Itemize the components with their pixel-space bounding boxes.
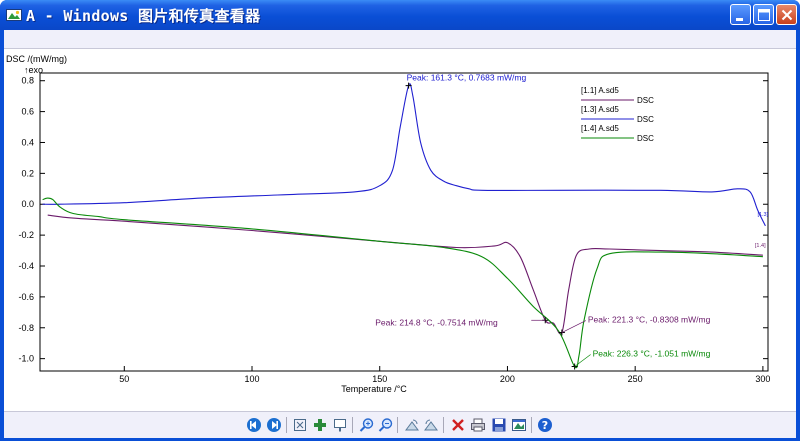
series-end-tag: [1.3] — [757, 212, 768, 218]
print-button[interactable] — [470, 417, 486, 433]
toolbar-separator — [443, 417, 444, 433]
save-copy-icon — [492, 418, 506, 432]
x-axis-title: Temperature /°C — [341, 384, 407, 394]
delete-icon — [452, 419, 464, 431]
zoom-in-icon — [359, 418, 374, 432]
print-icon — [471, 418, 485, 432]
legend-entry-signal: DSC — [637, 134, 654, 143]
x-tick-label: 150 — [372, 374, 387, 384]
slideshow-button[interactable] — [332, 417, 348, 433]
y-tick-label: 0.2 — [21, 168, 34, 178]
best-fit-icon — [294, 419, 306, 431]
legend-entry-signal: DSC — [637, 115, 654, 124]
y-tick-label: -0.4 — [18, 261, 34, 271]
zoom-out-button[interactable] — [378, 417, 394, 433]
zoom-out-icon — [378, 418, 393, 432]
actual-size-button[interactable] — [312, 417, 328, 433]
previous-image-icon — [247, 418, 261, 432]
peak-annotation: Peak: 161.3 °C, 0.7683 mW/mg — [407, 73, 527, 83]
delete-button[interactable] — [450, 417, 466, 433]
viewer-toolbar: ? — [4, 412, 796, 438]
toolbar-separator — [397, 417, 398, 433]
y-tick-label: -1.0 — [18, 354, 34, 364]
y-tick-label: -0.6 — [18, 292, 34, 302]
peak-leader-line — [574, 354, 591, 367]
help-button[interactable]: ? — [537, 417, 553, 433]
next-image-icon — [267, 418, 281, 432]
x-tick-label: 100 — [244, 374, 259, 384]
close-icon — [781, 9, 793, 21]
actual-size-icon — [314, 419, 326, 431]
title-bar[interactable]: A - Windows 图片和传真查看器 — [0, 0, 800, 30]
peak-annotation: Peak: 221.3 °C, -0.8308 mW/mg — [588, 315, 711, 325]
next-image-button[interactable] — [266, 417, 282, 433]
slideshow-icon — [334, 419, 346, 432]
y-tick-label: 0.8 — [21, 76, 34, 86]
open-for-editing-icon — [512, 419, 526, 431]
minimize-icon — [736, 18, 743, 21]
toolbar-separator — [531, 417, 532, 433]
y-tick-label: -0.2 — [18, 230, 34, 240]
window-title: A - Windows 图片和传真查看器 — [26, 7, 261, 25]
legend-entry-name: [1.1] A.sd5 — [581, 86, 619, 95]
x-tick-label: 50 — [119, 374, 129, 384]
previous-image-button[interactable] — [246, 417, 262, 433]
y-axis-title: DSC /(mW/mg) — [6, 54, 67, 64]
close-button[interactable] — [776, 4, 797, 25]
y-tick-label: 0.0 — [21, 199, 34, 209]
x-tick-label: 300 — [755, 374, 770, 384]
best-fit-button[interactable] — [292, 417, 308, 433]
series-end-tag: [1.4] — [755, 243, 766, 249]
maximize-button[interactable] — [753, 4, 774, 25]
dsc-chart-image[interactable]: 0.8 0.6 0.4 0.2 0.0 -0.2 -0.4 -0.6 -0.8 -1.0 50 100… — [4, 48, 796, 412]
minimize-button[interactable] — [730, 4, 751, 25]
y-tick-label: -0.8 — [18, 323, 34, 333]
peak-annotation: Peak: 226.3 °C, -1.051 mW/mg — [593, 349, 711, 359]
open-for-editing-button[interactable] — [511, 417, 527, 433]
viewer-window: A - Windows 图片和传真查看器 0.8 0.6 0.4 0.2 0.0 -0.2… — [0, 0, 800, 441]
x-tick-label: 200 — [500, 374, 515, 384]
viewer-client-area: 0.8 0.6 0.4 0.2 0.0 -0.2 -0.4 -0.6 -0.8 -1.0 50 100… — [4, 30, 796, 438]
save-copy-button[interactable] — [491, 417, 507, 433]
toolbar-separator — [286, 417, 287, 433]
picture-viewer-icon — [6, 9, 22, 21]
rotate-clockwise-button[interactable] — [404, 417, 420, 433]
y-tick-label: 0.4 — [21, 137, 34, 147]
zoom-in-button[interactable] — [359, 417, 375, 433]
dsc-chart: 0.8 0.6 0.4 0.2 0.0 -0.2 -0.4 -0.6 -0.8 -1.0 50 100… — [6, 54, 770, 394]
rotate-counterclockwise-icon — [424, 419, 438, 431]
svg-text:?: ? — [542, 419, 548, 432]
x-tick-label: 250 — [628, 374, 643, 384]
y-tick-label: 0.6 — [21, 107, 34, 117]
maximize-icon — [758, 9, 770, 21]
legend-entry-name: [1.3] A.sd5 — [581, 105, 619, 114]
toolbar-separator — [352, 417, 353, 433]
legend-entry-name: [1.4] A.sd5 — [581, 124, 619, 133]
exo-direction-label: ↑exo — [24, 65, 43, 75]
help-icon: ? — [538, 418, 552, 432]
rotate-counterclockwise-button[interactable] — [423, 417, 439, 433]
legend-entry-signal: DSC — [637, 96, 654, 105]
rotate-clockwise-icon — [405, 419, 419, 431]
series-1-3-curve — [42, 83, 766, 227]
peak-annotation: Peak: 214.8 °C, -0.7514 mW/mg — [375, 317, 498, 327]
